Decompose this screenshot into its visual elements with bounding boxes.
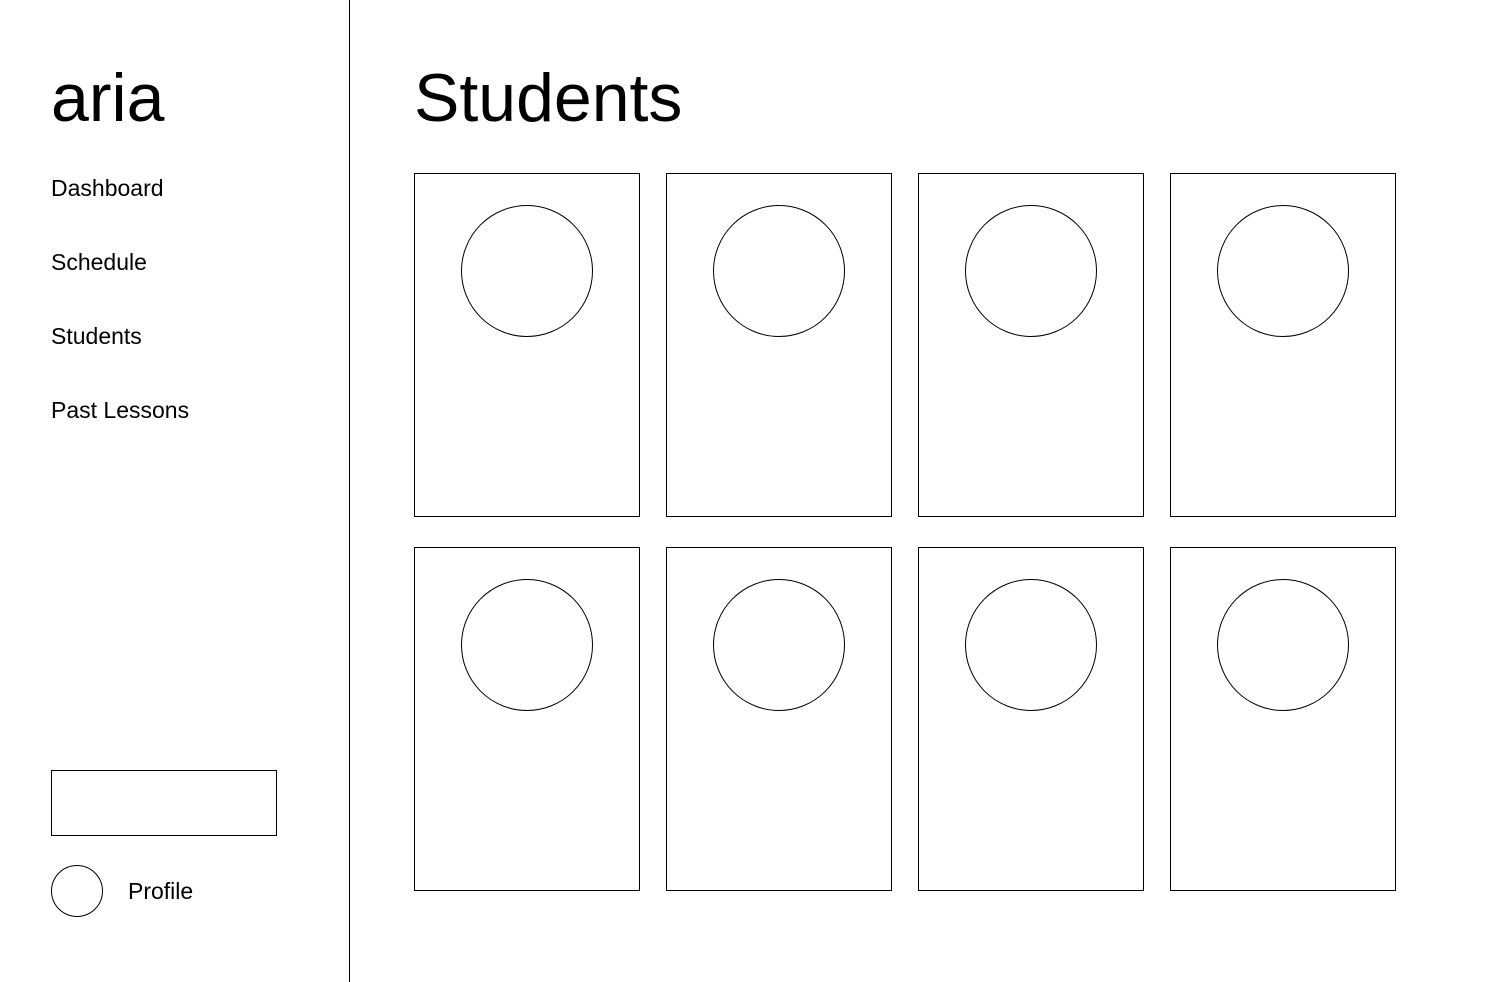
student-avatar-icon bbox=[713, 205, 845, 337]
sidebar-item-past-lessons[interactable]: Past Lessons bbox=[51, 394, 189, 426]
sidebar-item-schedule[interactable]: Schedule bbox=[51, 246, 189, 278]
student-avatar-icon bbox=[461, 579, 593, 711]
student-avatar-icon bbox=[461, 205, 593, 337]
sidebar-placeholder-box[interactable] bbox=[51, 770, 277, 836]
sidebar: aria Dashboard Schedule Students Past Le… bbox=[0, 0, 350, 982]
student-avatar-icon bbox=[965, 579, 1097, 711]
profile-avatar-icon bbox=[51, 865, 103, 917]
student-avatar-icon bbox=[713, 579, 845, 711]
student-card[interactable] bbox=[918, 173, 1144, 517]
student-avatar-icon bbox=[1217, 205, 1349, 337]
profile-link[interactable]: Profile bbox=[51, 865, 193, 917]
sidebar-nav: Dashboard Schedule Students Past Lessons bbox=[51, 172, 189, 468]
student-card[interactable] bbox=[414, 173, 640, 517]
student-card[interactable] bbox=[414, 547, 640, 891]
page-title: Students bbox=[414, 60, 683, 136]
brand-logo[interactable]: aria bbox=[51, 58, 164, 138]
sidebar-item-students[interactable]: Students bbox=[51, 320, 189, 352]
student-avatar-icon bbox=[1217, 579, 1349, 711]
student-card[interactable] bbox=[666, 547, 892, 891]
student-card[interactable] bbox=[666, 173, 892, 517]
student-avatar-icon bbox=[965, 205, 1097, 337]
profile-label: Profile bbox=[128, 878, 194, 904]
student-card[interactable] bbox=[1170, 547, 1396, 891]
student-card[interactable] bbox=[918, 547, 1144, 891]
student-card-grid bbox=[414, 173, 1396, 891]
app-window: aria Dashboard Schedule Students Past Le… bbox=[0, 0, 1512, 982]
sidebar-item-dashboard[interactable]: Dashboard bbox=[51, 172, 189, 204]
student-card[interactable] bbox=[1170, 173, 1396, 517]
